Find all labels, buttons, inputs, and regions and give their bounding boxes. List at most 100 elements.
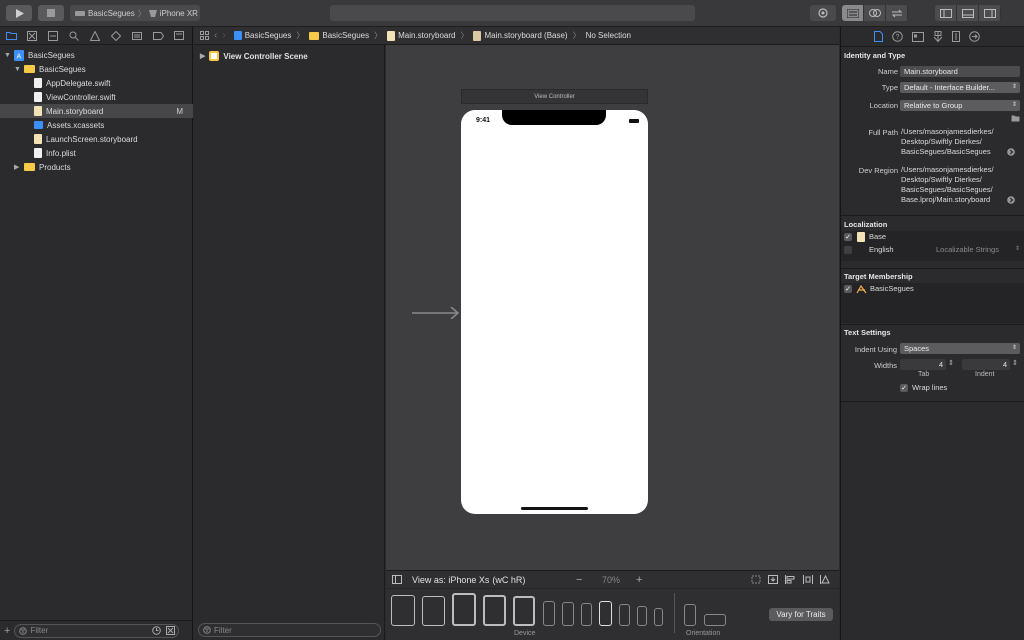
tree-item-file[interactable]: Assets.xcassets — [0, 118, 193, 132]
orientation-landscape[interactable] — [704, 614, 726, 626]
vary-for-traits-button[interactable]: Vary for Traits — [769, 608, 833, 621]
toggle-navigator-button[interactable] — [935, 5, 957, 21]
english-type-popup[interactable]: Localizable Strings — [936, 245, 999, 255]
issue-navigator-tab[interactable] — [89, 30, 101, 42]
view-as-device[interactable]: iPhone Xs — [448, 575, 489, 585]
outline-filter-field[interactable]: Filter — [198, 623, 381, 637]
back-icon[interactable]: ‹ — [214, 30, 217, 41]
tab-width-stepper[interactable]: ⇕ — [948, 359, 954, 367]
forward-icon[interactable]: › — [222, 30, 225, 41]
report-navigator-tab[interactable] — [173, 30, 185, 42]
device-ipad-pro-12[interactable] — [391, 595, 415, 626]
recent-files-icon[interactable] — [152, 626, 162, 635]
location-popup[interactable]: Relative to Group ⇕ — [900, 100, 1020, 111]
device-iphone-xr[interactable] — [562, 602, 574, 626]
indent-width-stepper[interactable]: ⇕ — [1012, 359, 1018, 367]
target-checkbox[interactable]: ✓ — [844, 285, 852, 293]
zoom-in-button[interactable]: + — [636, 574, 642, 586]
reveal-in-finder-icon[interactable] — [1007, 196, 1015, 204]
library-button[interactable] — [810, 5, 836, 21]
breadcrumb-selection[interactable]: No Selection — [586, 31, 631, 40]
device-iphone-8[interactable] — [619, 604, 630, 626]
full-path-line: BasicSegues/BasicSegues — [901, 147, 991, 156]
disclosure-open-icon[interactable]: ▼ — [14, 66, 22, 73]
project-navigator-tab[interactable] — [5, 30, 17, 42]
embed-in-icon[interactable] — [768, 575, 778, 584]
device-iphone-8-plus[interactable] — [581, 603, 592, 626]
source-control-filter-icon[interactable] — [166, 626, 176, 635]
device-ipad-pro-10[interactable] — [452, 593, 476, 626]
choose-location-folder-icon[interactable] — [1011, 115, 1020, 122]
breakpoint-navigator-tab[interactable] — [152, 30, 164, 42]
breadcrumb-project[interactable]: BasicSegues — [233, 31, 291, 40]
device-iphone-xs-selected[interactable] — [599, 601, 612, 626]
navigator-filter-field[interactable]: Filter — [14, 623, 180, 638]
initial-view-controller-arrow[interactable] — [412, 307, 460, 319]
connections-inspector-tab-icon[interactable] — [969, 31, 980, 42]
disclosure-closed-icon[interactable]: ▶ — [200, 52, 205, 60]
tree-item-file[interactable]: AppDelegate.swift — [0, 76, 193, 90]
device-iphone-xs-max[interactable] — [543, 601, 555, 626]
device-ipad-pro-11[interactable] — [422, 596, 445, 626]
tree-item-file[interactable]: ViewController.swift — [0, 90, 193, 104]
breadcrumb-localization[interactable]: Main.storyboard (Base) — [473, 30, 568, 41]
disclosure-closed-icon[interactable]: ▶ — [14, 163, 22, 171]
related-items-icon[interactable] — [200, 31, 209, 40]
toggle-debug-area-button[interactable] — [957, 5, 979, 21]
english-checkbox[interactable] — [844, 246, 852, 254]
device-iphone-4s[interactable] — [654, 608, 663, 626]
name-field[interactable]: Main.storyboard — [900, 66, 1020, 77]
indent-width-field[interactable]: 4 — [962, 359, 1010, 370]
outline-scene-row[interactable]: ▶ View Controller Scene — [200, 51, 308, 61]
tree-item-file[interactable]: Info.plist — [0, 146, 193, 160]
resolve-issues-icon[interactable] — [820, 575, 831, 584]
identity-inspector-tab-icon[interactable] — [912, 31, 924, 42]
tree-item-group[interactable]: ▶ Products — [0, 160, 193, 174]
update-frames-icon[interactable] — [751, 575, 761, 584]
scheme-device[interactable]: iPhone XR — [160, 9, 198, 18]
wrap-lines-checkbox[interactable]: ✓ — [900, 384, 908, 392]
tree-item-group[interactable]: ▼ BasicSegues — [0, 62, 193, 76]
device-ipad-air[interactable] — [483, 595, 506, 626]
type-popup[interactable]: Default - Interface Builder... ⇕ — [900, 82, 1020, 93]
standard-editor-button[interactable] — [842, 5, 864, 21]
reveal-in-finder-icon[interactable] — [1007, 148, 1015, 156]
stop-button[interactable] — [38, 5, 64, 21]
pin-icon[interactable] — [803, 575, 813, 584]
tree-item-project[interactable]: ▼ A BasicSegues — [0, 48, 193, 62]
size-inspector-tab-icon[interactable] — [952, 31, 960, 42]
breadcrumb-group[interactable]: BasicSegues — [309, 31, 369, 40]
scheme-selector[interactable]: BasicSegues 〉 iPhone XR — [70, 5, 200, 21]
debug-navigator-tab[interactable] — [131, 30, 143, 42]
base-checkbox[interactable]: ✓ — [844, 233, 852, 241]
assistant-editor-button[interactable] — [864, 5, 886, 21]
indent-using-popup[interactable]: Spaces ⇕ — [900, 343, 1020, 354]
run-button[interactable] — [6, 5, 32, 21]
view-controller-screen[interactable]: 9:41 — [461, 110, 648, 514]
breadcrumb-file[interactable]: Main.storyboard — [387, 30, 455, 41]
file-inspector-tab-icon[interactable] — [874, 31, 883, 42]
toggle-inspector-button[interactable] — [979, 5, 1001, 21]
zoom-out-button[interactable]: − — [576, 574, 582, 586]
test-navigator-tab[interactable] — [110, 30, 122, 42]
scene-title-bar[interactable]: View Controller — [461, 89, 648, 104]
search-icon — [69, 31, 79, 41]
storyboard-canvas[interactable]: View Controller 9:41 — [386, 45, 839, 570]
find-navigator-tab[interactable] — [68, 30, 80, 42]
tree-item-file[interactable]: LaunchScreen.storyboard — [0, 132, 193, 146]
tab-width-field[interactable]: 4 — [900, 359, 946, 370]
version-editor-button[interactable] — [886, 5, 908, 21]
add-icon[interactable]: + — [4, 625, 10, 637]
quick-help-tab-icon[interactable]: ? — [892, 31, 903, 42]
source-control-tab[interactable] — [26, 30, 38, 42]
symbol-navigator-tab[interactable] — [47, 30, 59, 42]
device-iphone-se[interactable] — [637, 606, 647, 626]
tree-item-file-selected[interactable]: Main.storyboard M — [0, 104, 193, 118]
disclosure-open-icon[interactable]: ▼ — [4, 52, 12, 59]
orientation-portrait[interactable] — [684, 604, 696, 626]
attributes-inspector-tab-icon[interactable] — [933, 31, 943, 42]
align-icon[interactable] — [785, 575, 795, 584]
hide-device-bar-icon[interactable] — [392, 575, 402, 584]
source-control-icon — [27, 30, 37, 41]
device-ipad[interactable] — [513, 596, 535, 626]
